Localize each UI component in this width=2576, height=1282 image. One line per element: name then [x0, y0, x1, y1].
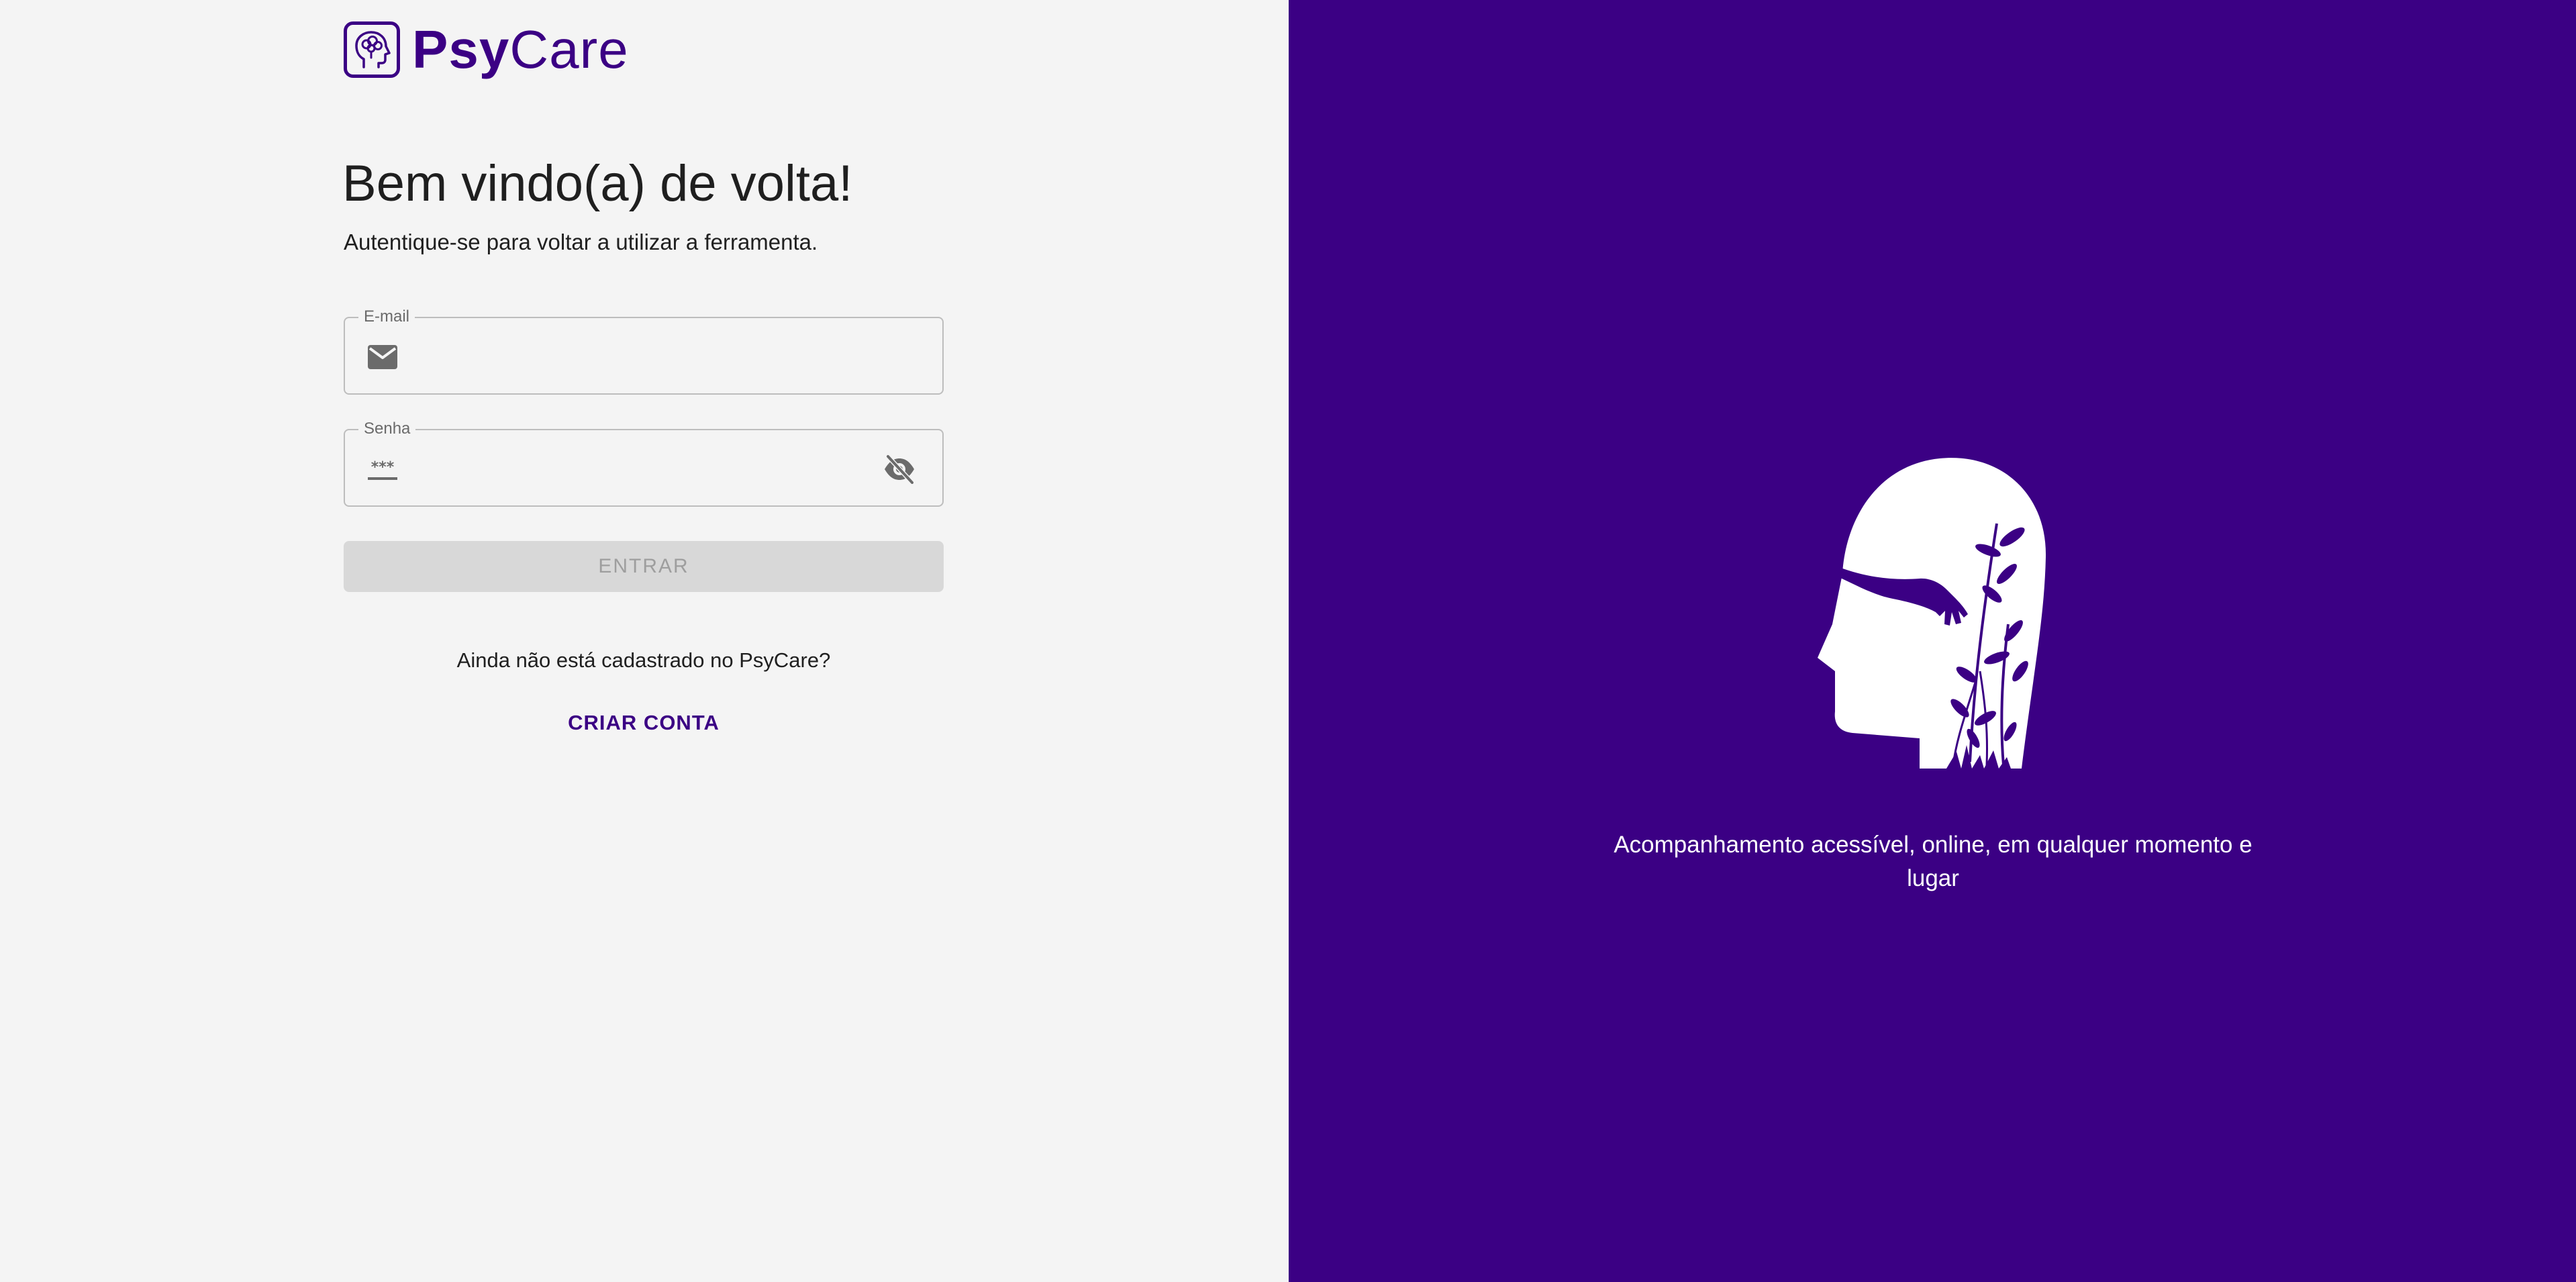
eye-off-icon[interactable] — [882, 453, 917, 485]
brand-logo: PsyCare — [344, 20, 629, 79]
password-label: Senha — [358, 418, 416, 440]
head-brain-icon — [344, 21, 400, 78]
signup-question: Ainda não está cadastrado no PsyCare? — [456, 648, 831, 672]
password-input[interactable] — [415, 445, 860, 493]
create-account-link[interactable]: CRIAR CONTA — [545, 706, 742, 740]
head-with-plants-illustration — [1818, 458, 2046, 769]
page-subtitle: Autentique-se para voltar a utilizar a f… — [344, 230, 818, 254]
login-panel: PsyCare Bem vindo(a) de volta! Autentiqu… — [0, 0, 1289, 1282]
email-input[interactable] — [415, 333, 860, 381]
password-field[interactable]: Senha *** — [344, 418, 944, 507]
login-button[interactable]: ENTRAR — [344, 541, 944, 592]
page-title: Bem vindo(a) de volta! — [342, 155, 853, 212]
email-label: E-mail — [358, 306, 415, 328]
mail-icon — [366, 342, 399, 372]
brand-name-part1: Psy — [412, 19, 510, 79]
email-field[interactable]: E-mail — [344, 306, 944, 395]
brand-name: PsyCare — [412, 20, 629, 79]
hero-tagline: Acompanhamento acessível, online, em qua… — [1614, 832, 2252, 891]
svg-text:***: *** — [371, 459, 395, 476]
password-icon: *** — [366, 454, 399, 484]
brand-name-part2: Care — [509, 19, 629, 79]
